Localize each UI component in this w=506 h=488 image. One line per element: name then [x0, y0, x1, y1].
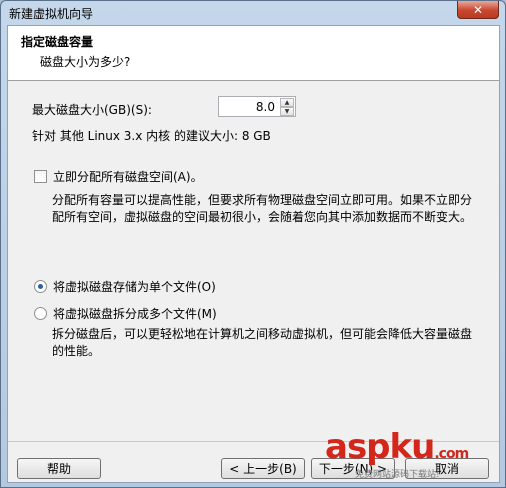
multi-file-option[interactable]: 将虚拟磁盘拆分成多个文件(M)	[34, 305, 217, 322]
disk-size-value[interactable]: 8.0	[256, 100, 275, 114]
page-subtitle: 磁盘大小为多少?	[40, 55, 131, 69]
stepper-down-button[interactable]: ▼	[280, 107, 294, 116]
single-file-option[interactable]: 将虚拟磁盘存储为单个文件(O)	[34, 278, 216, 295]
watermark-domain: .com	[434, 446, 469, 462]
wizard-window: 新建虚拟机向导 ✕ 指定磁盘容量 磁盘大小为多少? 最大磁盘大小(GB)(S):…	[0, 0, 506, 488]
site-watermark: aspku.com 免费网站源码下载站!	[325, 427, 495, 480]
multi-file-radio[interactable]	[34, 307, 47, 320]
watermark-brand: aspku	[325, 427, 435, 467]
allocate-now-checkbox[interactable]	[34, 170, 47, 183]
single-file-label[interactable]: 将虚拟磁盘存储为单个文件(O)	[53, 278, 216, 295]
disk-size-stepper[interactable]: 8.0 ▲ ▼	[218, 96, 296, 117]
allocate-now-checkbox-row[interactable]: 立即分配所有磁盘空间(A)。	[34, 168, 203, 185]
back-button[interactable]: < 上一步(B)	[221, 458, 305, 479]
close-button[interactable]: ✕	[457, 1, 499, 19]
stepper-up-button[interactable]: ▲	[280, 98, 294, 107]
arrow-up-icon: ▲	[284, 99, 290, 106]
disk-size-label: 最大磁盘大小(GB)(S):	[32, 103, 152, 117]
recommended-size-text: 针对 其他 Linux 3.x 内核 的建议大小: 8 GB	[32, 129, 271, 143]
watermark-tagline: 免费网站源码下载站!	[355, 470, 440, 480]
watermark-logo: aspku.com	[325, 427, 469, 467]
help-button[interactable]: 帮助	[17, 458, 101, 479]
arrow-down-icon: ▼	[284, 108, 290, 115]
wizard-header: 指定磁盘容量 磁盘大小为多少?	[8, 26, 499, 81]
multi-file-label[interactable]: 将虚拟磁盘拆分成多个文件(M)	[53, 305, 217, 322]
title-bar[interactable]: 新建虚拟机向导 ✕	[1, 1, 505, 25]
allocate-description: 分配所有容量可以提高性能，但要求所有物理磁盘空间立即可用。如果不立即分配所有空间…	[52, 193, 473, 224]
close-icon: ✕	[472, 2, 484, 17]
wizard-body: 指定磁盘容量 磁盘大小为多少? 最大磁盘大小(GB)(S): 8.0 ▲ ▼ 针…	[7, 25, 500, 483]
window-title: 新建虚拟机向导	[9, 7, 94, 21]
multi-file-description: 拆分磁盘后，可以更轻松地在计算机之间移动虚拟机，但可能会降低大容量磁盘的性能。	[52, 327, 473, 358]
single-file-radio[interactable]	[34, 280, 47, 293]
allocate-now-label[interactable]: 立即分配所有磁盘空间(A)。	[53, 168, 203, 185]
page-title: 指定磁盘容量	[21, 35, 94, 49]
